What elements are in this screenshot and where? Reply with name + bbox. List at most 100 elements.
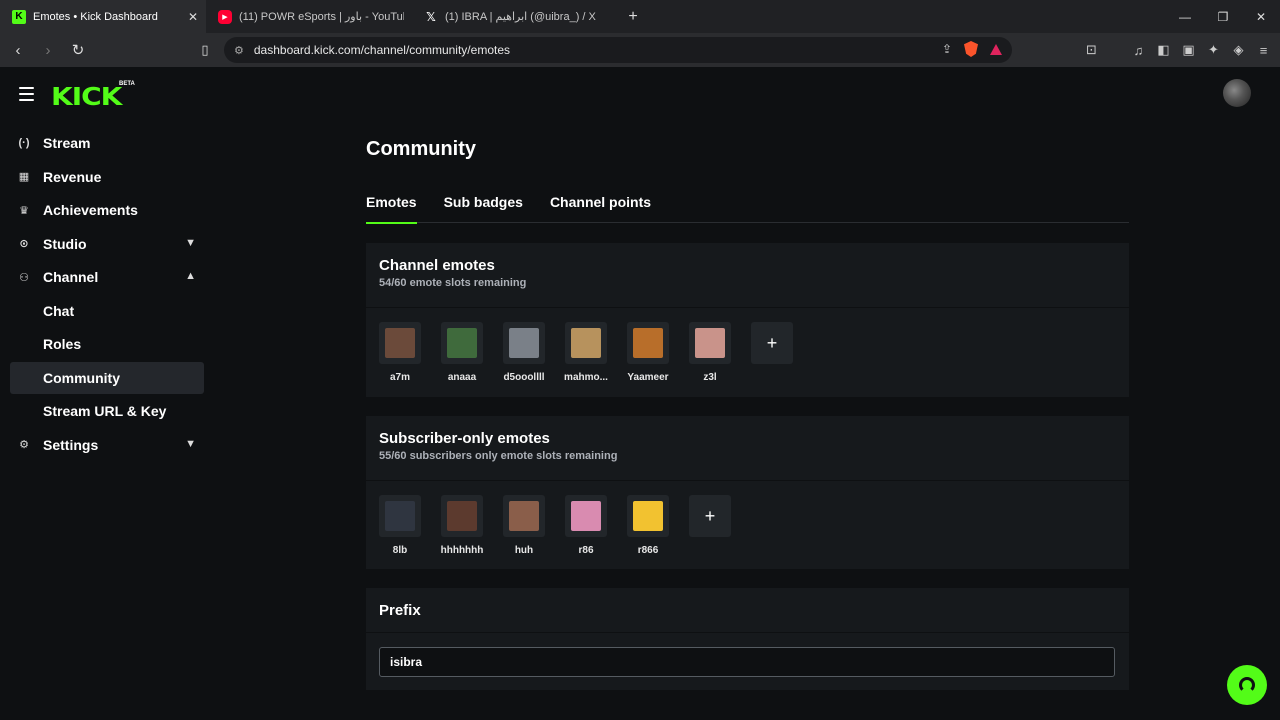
chevron-up-icon: ▲	[185, 270, 196, 282]
screenshot-icon[interactable]: ⊡	[1083, 42, 1100, 58]
gear-icon: ⚙	[19, 439, 29, 451]
emote-item[interactable]: hhhhhhh	[441, 495, 483, 556]
emote-item[interactable]: z3l	[689, 322, 731, 383]
emote-tile	[689, 322, 731, 364]
tab-channel-points[interactable]: Channel points	[550, 194, 651, 223]
emote-item[interactable]: Yaameer	[627, 322, 669, 383]
sidebar-item-achievements[interactable]: ♛ Achievements	[10, 194, 204, 226]
browser-tab-youtube[interactable]: ▶ (11) POWR eSports | باور - YouTube	[206, 0, 412, 33]
sidebar-item-label: Achievements	[43, 202, 138, 218]
forward-icon[interactable]: ›	[36, 38, 60, 62]
emote-name: r866	[637, 545, 659, 556]
sidebar-item-stream[interactable]: (·) Stream	[10, 127, 204, 159]
emote-image	[633, 328, 663, 358]
help-chat-button[interactable]	[1227, 665, 1267, 705]
site-settings-icon[interactable]: ⚙	[234, 44, 244, 57]
window-controls: — ❐ ✕	[1166, 0, 1280, 33]
card-title: Channel emotes	[379, 257, 495, 274]
brave-shields-icon[interactable]	[964, 41, 978, 57]
channel-emotes-card: Channel emotes 54/60 emote slots remaini…	[366, 243, 1129, 397]
sidebar-item-channel[interactable]: ⚇ Channel ▲	[10, 261, 204, 293]
tab-emotes[interactable]: Emotes	[366, 194, 417, 224]
close-tab-icon[interactable]: ✕	[188, 10, 198, 24]
vpn-icon[interactable]: ◈	[1230, 42, 1247, 58]
emote-image	[571, 328, 601, 358]
brave-rewards-icon[interactable]	[990, 43, 1002, 55]
emote-tile	[503, 495, 545, 537]
emote-name: 8lb	[392, 545, 408, 556]
emote-tile	[627, 322, 669, 364]
emote-item[interactable]: huh	[503, 495, 545, 556]
emote-tile	[379, 495, 421, 537]
emote-item[interactable]: anaaa	[441, 322, 483, 383]
kick-logo[interactable]: KICK	[51, 82, 122, 112]
reload-icon[interactable]: ↻	[66, 38, 90, 62]
emote-image	[447, 501, 477, 531]
emote-item[interactable]: r86	[565, 495, 607, 556]
emote-item[interactable]: 8lb	[379, 495, 421, 556]
sidebar-item-label: Revenue	[43, 168, 102, 185]
sidebar-item-chat[interactable]: Chat	[10, 295, 204, 327]
sidebar-item-label: Stream	[43, 135, 91, 151]
sidebar-item-studio[interactable]: ⊙ Studio ▼	[10, 228, 204, 260]
prefix-input[interactable]	[379, 647, 1115, 677]
kick-dashboard-page: KICK BETA (·) Stream ▦ Revenue ♛ Achieve…	[0, 67, 1280, 720]
menu-icon[interactable]: ≡	[1255, 43, 1272, 58]
card-subtitle: 55/60 subscribers only emote slots remai…	[379, 450, 618, 462]
user-avatar[interactable]	[1223, 79, 1251, 107]
emote-tile	[565, 322, 607, 364]
browser-tab-x[interactable]: 𝕏 (1) IBRA | ابراهيم (@uibra_) / X	[412, 0, 618, 33]
emote-tile	[503, 322, 545, 364]
new-tab-button[interactable]: +	[618, 0, 648, 33]
emote-tile	[627, 495, 669, 537]
page-title: Community	[366, 138, 476, 160]
emote-item[interactable]: a7m	[379, 322, 421, 383]
wallet-icon[interactable]: ▣	[1180, 42, 1197, 58]
beta-badge: BETA	[119, 81, 135, 87]
sidebar-item-community[interactable]: Community	[10, 361, 204, 394]
emote-image	[571, 501, 601, 531]
emote-item[interactable]: mahmo...	[564, 322, 608, 383]
studio-icon: ⊙	[19, 238, 29, 250]
hamburger-menu-icon[interactable]	[19, 87, 34, 105]
add-channel-emote-button[interactable]: +	[751, 322, 793, 364]
share-icon[interactable]: ⇪	[942, 42, 952, 56]
restore-icon[interactable]: ❐	[1204, 0, 1242, 33]
subscriber-emote-list: 8lb hhhhhhh huh r86 r866 +	[366, 481, 1129, 556]
sidebar-item-roles[interactable]: Roles	[10, 328, 204, 360]
card-title: Subscriber-only emotes	[379, 430, 550, 447]
minimize-icon[interactable]: —	[1166, 0, 1204, 33]
emote-name: a7m	[389, 372, 410, 383]
emote-name: Yaameer	[627, 372, 669, 383]
headset-icon	[1239, 677, 1255, 693]
url-field[interactable]: ⚙ dashboard.kick.com/channel/community/e…	[224, 37, 1012, 63]
ai-icon[interactable]: ✦	[1205, 42, 1222, 58]
emote-item[interactable]: r866	[627, 495, 669, 556]
tab-sub-badges[interactable]: Sub badges	[444, 194, 523, 223]
emote-image	[633, 501, 663, 531]
sidebar-toggle-icon[interactable]: ◧	[1155, 42, 1172, 58]
back-icon[interactable]: ‹	[6, 38, 30, 62]
emote-tile	[565, 495, 607, 537]
bookmark-icon[interactable]: ▯	[196, 38, 214, 62]
url-text: dashboard.kick.com/channel/community/emo…	[253, 43, 510, 57]
extension-icons: ⊡ ♫ ◧ ▣ ✦ ◈ ≡	[1083, 33, 1272, 67]
sidebar: (·) Stream ▦ Revenue ♛ Achievements ⊙ St…	[10, 127, 204, 462]
card-title: Prefix	[379, 602, 421, 619]
sidebar-item-stream-url-key[interactable]: Stream URL & Key	[10, 395, 204, 427]
sidebar-item-revenue[interactable]: ▦ Revenue	[10, 161, 204, 193]
emote-image	[509, 501, 539, 531]
browser-tab-kick[interactable]: K Emotes • Kick Dashboard ✕	[0, 0, 206, 33]
emote-image	[509, 328, 539, 358]
emote-image	[447, 328, 477, 358]
emote-name: r86	[578, 545, 594, 556]
sidebar-item-settings[interactable]: ⚙ Settings ▼	[10, 429, 204, 461]
music-icon[interactable]: ♫	[1130, 43, 1147, 58]
emote-item[interactable]: d5ooollll	[503, 322, 545, 383]
kick-favicon: K	[12, 9, 26, 24]
chevron-down-icon: ▼	[185, 236, 196, 249]
close-window-icon[interactable]: ✕	[1242, 0, 1280, 33]
subscriber-emotes-card: Subscriber-only emotes 55/60 subscribers…	[366, 416, 1129, 569]
add-subscriber-emote-button[interactable]: +	[689, 495, 731, 537]
prefix-card: Prefix	[366, 588, 1129, 690]
